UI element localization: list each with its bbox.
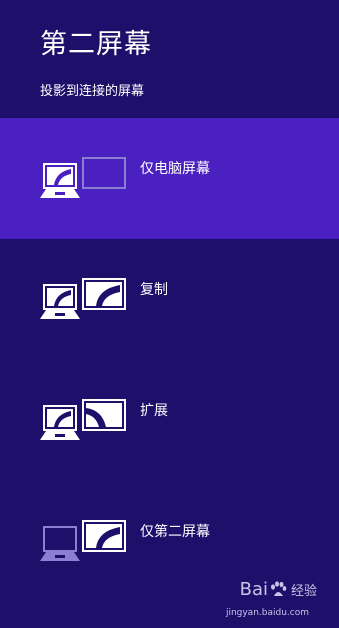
second-screen-panel: 第二屏幕 投影到连接的屏幕 仅电脑屏幕 复制 扩展 仅第二屏幕 Bai 经验 j… — [0, 0, 339, 628]
option-extend[interactable]: 扩展 — [0, 360, 339, 481]
pc-screen-only-icon — [40, 157, 126, 198]
option-pc-screen-only[interactable]: 仅电脑屏幕 — [0, 118, 339, 239]
option-duplicate[interactable]: 复制 — [0, 239, 339, 360]
panel-title: 第二屏幕 — [40, 29, 152, 60]
watermark-brand-left: Bai — [239, 579, 268, 600]
watermark-url: jingyan.baidu.com — [225, 608, 309, 618]
watermark-brand-right: 经验 — [290, 584, 317, 599]
second-screen-only-icon — [40, 520, 126, 561]
duplicate-icon — [40, 278, 126, 319]
extend-icon — [40, 399, 126, 440]
option-label: 仅电脑屏幕 — [140, 161, 210, 177]
panel-subtitle: 投影到连接的屏幕 — [40, 84, 145, 99]
baidu-jingyan-watermark: Bai 经验 — [240, 579, 317, 600]
option-label: 仅第二屏幕 — [140, 524, 210, 540]
option-label: 扩展 — [140, 403, 168, 419]
paw-icon — [270, 580, 287, 596]
option-label: 复制 — [140, 282, 168, 298]
